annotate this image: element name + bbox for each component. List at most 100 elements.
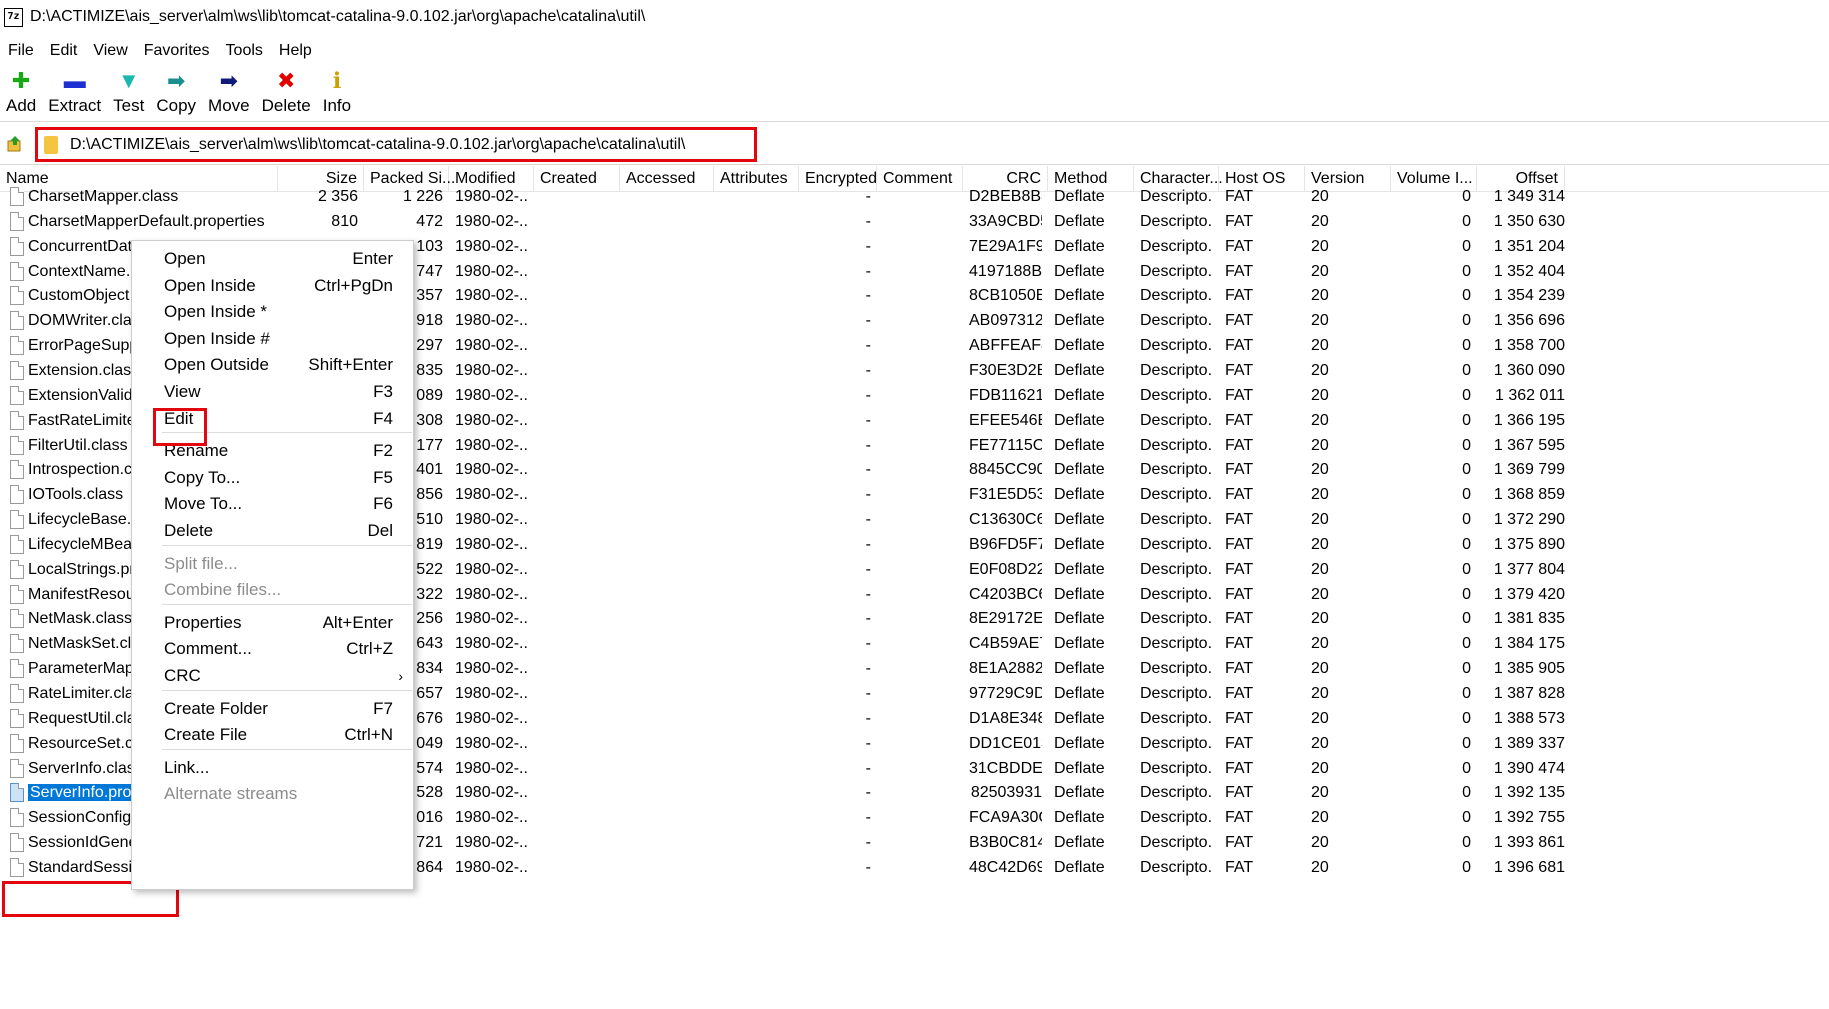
shortcut-label: Ctrl+PgDn xyxy=(314,275,393,295)
file-icon xyxy=(10,534,24,554)
context-item-open-outside[interactable]: Open Outside Shift+Enter xyxy=(132,350,415,380)
context-item-move-to[interactable]: Move To... F6 xyxy=(132,489,415,519)
copy-label: Copy xyxy=(156,96,197,115)
context-item-copy-to[interactable]: Copy To... F5 xyxy=(132,463,415,493)
menu-edit[interactable]: Edit xyxy=(42,38,86,64)
file-icon xyxy=(10,261,24,281)
context-item-properties[interactable]: Properties Alt+Enter xyxy=(132,608,415,638)
copy-icon: ➡ xyxy=(166,68,186,93)
context-item-delete[interactable]: Delete Del xyxy=(132,516,415,546)
file-icon xyxy=(10,211,24,231)
context-item-link[interactable]: Link... xyxy=(132,753,415,783)
file-icon xyxy=(10,286,24,306)
file-icon xyxy=(10,659,24,679)
info-icon: ℹ xyxy=(332,68,342,93)
context-item-crc[interactable]: CRC › xyxy=(132,661,415,691)
info-button[interactable]: ℹ Info xyxy=(317,66,357,122)
path-field[interactable]: D:\ACTIMIZE\ais_server\alm\ws\lib\tomcat… xyxy=(35,127,757,162)
file-icon xyxy=(10,808,24,828)
shortcut-label: Del xyxy=(367,521,393,540)
context-item-create-file[interactable]: Create File Ctrl+N xyxy=(132,720,415,750)
menu-separator xyxy=(162,748,412,750)
shortcut-label: F5 xyxy=(373,467,393,487)
context-item-label: View xyxy=(164,382,201,401)
shortcut-label: F2 xyxy=(373,441,393,461)
menu-view[interactable]: View xyxy=(85,38,135,64)
file-icon xyxy=(10,385,24,405)
file-icon xyxy=(10,410,24,430)
delete-label: Delete xyxy=(261,96,311,115)
extract-button[interactable]: ▬ Extract xyxy=(42,66,107,122)
cell-host: FAT xyxy=(1225,858,1254,876)
context-item-comment[interactable]: Comment... Ctrl+Z xyxy=(132,634,415,664)
shortcut-label: F7 xyxy=(373,698,393,718)
extract-label: Extract xyxy=(48,96,102,115)
move-button[interactable]: ➡ Move xyxy=(202,66,256,122)
move-label: Move xyxy=(208,96,250,115)
context-item-open-inside[interactable]: Open Inside Ctrl+PgDn xyxy=(132,271,415,301)
file-icon xyxy=(10,708,24,728)
cell-created xyxy=(540,853,614,882)
folder-icon xyxy=(44,135,58,154)
file-icon xyxy=(10,485,24,505)
cell-crc: 48C42D69 xyxy=(969,858,1042,876)
context-item-label: Alternate streams xyxy=(164,784,298,804)
context-item-open[interactable]: Open Enter xyxy=(132,244,415,274)
shortcut-label: Shift+Enter xyxy=(308,355,393,375)
shortcut-label: F6 xyxy=(373,494,393,514)
add-icon: ✚ xyxy=(11,68,31,93)
context-item-label: Open Inside xyxy=(164,275,256,295)
context-item-label: Properties xyxy=(164,612,242,632)
context-item-combine-files: Combine files... xyxy=(132,575,415,605)
menu-help[interactable]: Help xyxy=(271,38,320,64)
context-item-label: Delete xyxy=(164,521,214,540)
file-icon xyxy=(10,758,24,778)
test-label: Test xyxy=(113,96,145,115)
context-item-view[interactable]: View F3 xyxy=(132,377,415,407)
add-button[interactable]: ✚ Add xyxy=(0,66,42,122)
cell-encrypted: - xyxy=(865,858,871,876)
context-item-label: Open Outside xyxy=(164,355,269,375)
shortcut-label: F3 xyxy=(373,382,393,401)
extract-icon: ▬ xyxy=(63,68,86,93)
path-text: D:\ACTIMIZE\ais_server\alm\ws\lib\tomcat… xyxy=(70,135,686,153)
context-item-label: Open xyxy=(164,249,206,268)
add-label: Add xyxy=(6,96,37,115)
context-item-open-inside[interactable]: Open Inside # xyxy=(132,324,415,354)
context-item-label: Combine files... xyxy=(164,580,282,600)
test-button[interactable]: ▼ Test xyxy=(107,66,150,122)
menu-separator xyxy=(162,603,412,605)
delete-button[interactable]: ✖ Delete xyxy=(256,66,317,122)
context-item-label: CRC xyxy=(164,666,201,685)
file-icon xyxy=(10,559,24,579)
context-item-create-folder[interactable]: Create Folder F7 xyxy=(132,694,415,724)
file-icon xyxy=(10,236,24,256)
cell-chars: Descripto... xyxy=(1140,858,1213,876)
context-item-label: Link... xyxy=(164,757,210,777)
cell-accessed xyxy=(626,853,708,882)
cell-offset: 1 396 681 xyxy=(1493,858,1565,876)
shortcut-label: F4 xyxy=(373,408,393,428)
context-item-label: Split file... xyxy=(164,553,238,573)
test-icon: ▼ xyxy=(117,68,140,93)
menu-file[interactable]: File xyxy=(0,38,42,64)
menu-favorites[interactable]: Favorites xyxy=(136,38,218,64)
context-item-label: Open Inside * xyxy=(164,302,268,322)
menu-tools[interactable]: Tools xyxy=(218,38,271,64)
cell-volume: 0 xyxy=(1462,858,1471,876)
context-menu: Open Enter Open Inside Ctrl+PgDn Open Inside… xyxy=(131,240,414,890)
context-item-alternate-streams: Alternate streams xyxy=(132,779,415,809)
address-bar: D:\ACTIMIZE\ais_server\alm\ws\lib\tomcat… xyxy=(0,123,1829,165)
title-bar: 7z D:\ACTIMIZE\ais_server\alm\ws\lib\tom… xyxy=(0,0,1829,34)
cell-version: 20 xyxy=(1311,858,1329,876)
copy-button[interactable]: ➡ Copy xyxy=(150,66,202,122)
menu-separator xyxy=(162,544,412,546)
context-item-open-inside[interactable]: Open Inside * xyxy=(132,297,415,327)
up-folder-icon xyxy=(7,135,21,151)
up-folder-button[interactable] xyxy=(0,129,30,159)
shortcut-label: Alt+Enter xyxy=(322,612,393,632)
file-icon xyxy=(10,584,24,604)
chevron-right-icon: › xyxy=(398,668,403,684)
file-icon xyxy=(10,733,24,753)
file-icon xyxy=(10,609,24,629)
